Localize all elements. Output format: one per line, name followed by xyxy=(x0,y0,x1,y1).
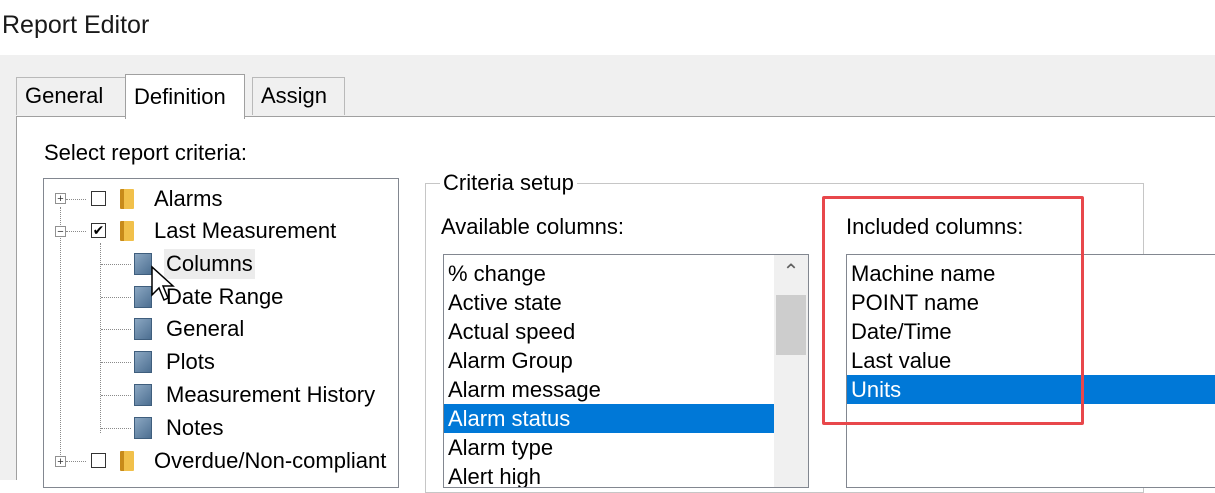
window-title: Report Editor xyxy=(2,11,150,39)
tab-definition[interactable]: Definition xyxy=(125,74,245,119)
page-icon xyxy=(134,351,152,373)
tree-line xyxy=(66,461,86,462)
folder-icon xyxy=(120,221,134,241)
tab-assign[interactable]: Assign xyxy=(252,77,345,115)
page-icon xyxy=(134,417,152,439)
tree-item-label: Notes xyxy=(166,415,224,440)
tree-item-last-measurement[interactable]: − ✔ Last Measurement xyxy=(44,216,394,246)
tree-item-label: Last Measurement xyxy=(154,218,337,243)
tree-line xyxy=(101,428,131,429)
available-column-item[interactable]: Alert high xyxy=(444,462,774,487)
criteria-tree[interactable]: + Alarms − ✔ Last Measurement Columns Da… xyxy=(43,178,399,488)
highlight-box xyxy=(822,196,1084,425)
available-columns-label: Available columns: xyxy=(441,214,625,239)
page-icon xyxy=(134,384,152,406)
tree-line xyxy=(101,395,131,396)
tree-item-label: General xyxy=(166,316,245,341)
available-column-item[interactable]: Alarm status xyxy=(444,404,774,433)
scroll-thumb[interactable] xyxy=(776,295,806,355)
criteria-setup-legend: Criteria setup xyxy=(440,170,577,196)
expand-icon[interactable]: + xyxy=(55,193,66,205)
tree-line xyxy=(66,199,86,200)
folder-icon xyxy=(120,451,134,471)
tab-general[interactable]: General xyxy=(16,77,126,115)
last-measurement-checkbox[interactable]: ✔ xyxy=(91,223,106,238)
tree-item-measurement-history[interactable]: Measurement History xyxy=(44,380,394,410)
available-scrollbar[interactable]: ⌃ xyxy=(774,255,808,487)
select-criteria-label: Select report criteria: xyxy=(44,140,247,165)
tree-item-overdue[interactable]: + Overdue/Non-compliant xyxy=(44,446,398,476)
tree-item-plots[interactable]: Plots xyxy=(44,347,394,377)
collapse-icon[interactable]: − xyxy=(55,226,66,238)
available-items-container: % change Active state Actual speed Alarm Gr… xyxy=(444,255,774,487)
tree-item-notes[interactable]: Notes xyxy=(44,413,394,443)
page-icon xyxy=(134,318,152,340)
mouse-cursor-icon xyxy=(151,265,175,302)
available-column-item[interactable]: % change xyxy=(444,259,774,288)
tree-item-label: Alarms xyxy=(154,186,223,211)
available-column-item[interactable]: Active state xyxy=(444,288,774,317)
overdue-checkbox[interactable] xyxy=(91,453,106,468)
tree-item-label: Plots xyxy=(166,349,215,374)
available-column-item[interactable]: Alarm type xyxy=(444,433,774,462)
tree-line xyxy=(101,329,131,330)
available-column-item[interactable]: Alarm Group xyxy=(444,346,774,375)
folder-icon xyxy=(120,189,134,209)
available-columns-list[interactable]: % change Active state Actual speed Alarm Gr… xyxy=(443,254,809,488)
tree-line xyxy=(101,264,131,265)
expand-icon[interactable]: + xyxy=(55,456,66,468)
tree-item-label: Date Range xyxy=(166,284,284,309)
tree-item-alarms[interactable]: + Alarms xyxy=(44,184,394,214)
tree-item-general[interactable]: General xyxy=(44,314,394,344)
alarms-checkbox[interactable] xyxy=(91,191,106,206)
tree-line xyxy=(101,297,131,298)
available-column-item[interactable]: Actual speed xyxy=(444,317,774,346)
tree-item-label: Overdue/Non-compliant xyxy=(154,448,387,473)
tree-item-columns[interactable]: Columns xyxy=(44,249,394,279)
available-column-item[interactable]: Alarm message xyxy=(444,375,774,404)
tree-item-label: Measurement History xyxy=(166,382,376,407)
tree-line xyxy=(66,231,86,232)
tree-item-date-range[interactable]: Date Range xyxy=(44,282,394,312)
scroll-up-icon[interactable]: ⌃ xyxy=(774,255,808,289)
tree-line xyxy=(101,362,131,363)
